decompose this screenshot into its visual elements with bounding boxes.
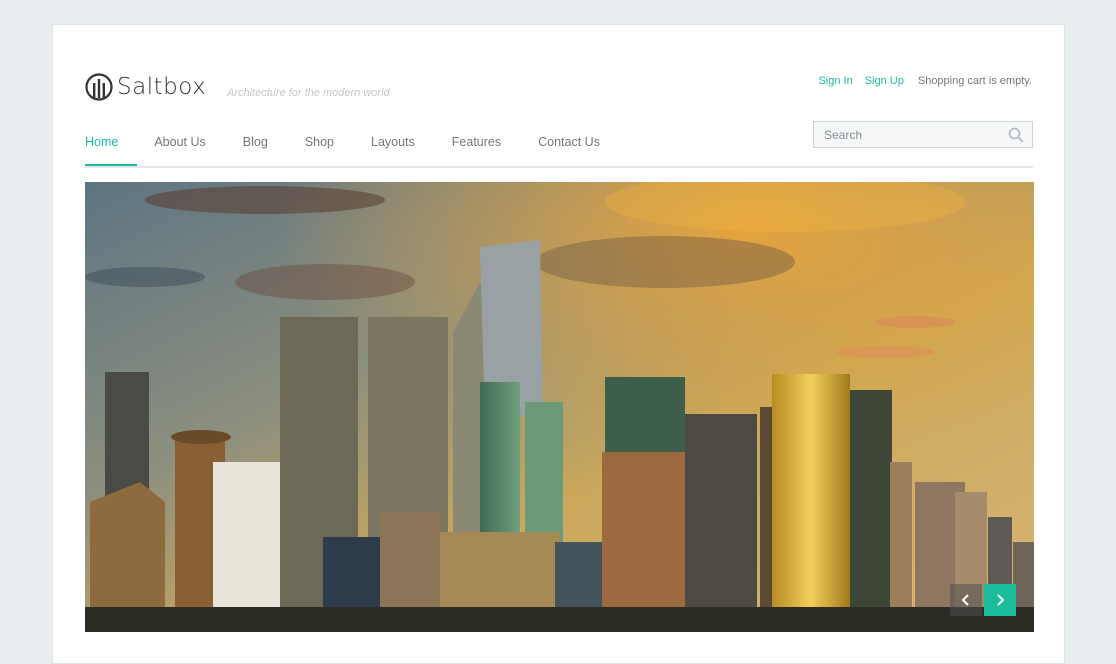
nav-item-shop[interactable]: Shop bbox=[305, 123, 334, 166]
hero-slider bbox=[85, 182, 1034, 632]
search-input[interactable] bbox=[814, 122, 1014, 147]
tagline: Architecture for the modern world bbox=[227, 87, 390, 99]
nav-item-blog[interactable]: Blog bbox=[243, 123, 268, 166]
sign-in-link[interactable]: Sign In bbox=[818, 75, 852, 87]
nav-item-contact-us[interactable]: Contact Us bbox=[538, 123, 600, 166]
slider-prev-button[interactable] bbox=[950, 584, 982, 616]
search-box bbox=[813, 121, 1033, 148]
chevron-right-icon bbox=[997, 594, 1005, 606]
hero-image bbox=[85, 182, 1034, 632]
slider-next-button[interactable] bbox=[984, 584, 1016, 616]
search-icon[interactable] bbox=[1008, 127, 1024, 143]
nav-item-features[interactable]: Features bbox=[452, 123, 501, 166]
nav-item-about-us[interactable]: About Us bbox=[154, 123, 205, 166]
nav-item-home[interactable]: Home bbox=[85, 123, 138, 166]
account-bar: Sign In Sign Up Shopping cart is empty. bbox=[806, 75, 1032, 87]
logo[interactable]: Saltbox bbox=[85, 73, 206, 101]
page-container: Saltbox Architecture for the modern worl… bbox=[52, 24, 1065, 664]
logo-text: Saltbox bbox=[117, 74, 207, 100]
cart-status: Shopping cart is empty. bbox=[917, 75, 1032, 87]
sign-up-link[interactable]: Sign Up bbox=[865, 75, 904, 87]
main-nav: Home About Us Blog Shop Layouts Features… bbox=[85, 121, 1033, 168]
nav-item-layouts[interactable]: Layouts bbox=[371, 123, 415, 166]
logo-mark-icon bbox=[85, 73, 113, 101]
chevron-left-icon bbox=[961, 594, 969, 606]
